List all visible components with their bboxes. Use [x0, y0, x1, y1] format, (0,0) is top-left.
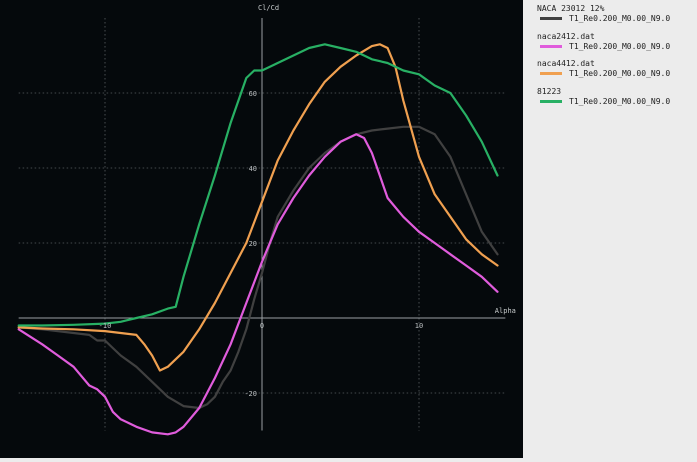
legend-row: T1_Re0.200_M0.00_N9.0 [537, 97, 670, 106]
legend-polar-label: T1_Re0.200_M0.00_N9.0 [569, 14, 671, 23]
x-tick-label: -10 [99, 322, 112, 330]
legend-polar-label: T1_Re0.200_M0.00_N9.0 [569, 69, 671, 78]
legend-series-name: naca2412.dat [537, 32, 595, 41]
legend-series-name: NACA 23012 12% [537, 4, 605, 13]
x-axis-label: Alpha [495, 307, 516, 315]
y-tick-label: 20 [249, 240, 257, 248]
legend-polar-label: T1_Re0.200_M0.00_N9.0 [569, 97, 671, 106]
chart-legend: NACA 23012 12% T1_Re0.200_M0.00_N9.0 naca2… [523, 0, 697, 458]
chart-plot-area: -10 0 10 -20 20 60 40 Cl/Cd Alpha [0, 0, 523, 458]
y-tick-label: 40 [249, 165, 257, 173]
legend-swatch [540, 72, 562, 75]
legend-swatch [540, 17, 562, 20]
legend-entry: naca4412.dat T1_Re0.200_M0.00_N9.0 [537, 59, 670, 78]
series-line-2 [17, 43, 499, 372]
legend-series-name: naca4412.dat [537, 59, 595, 68]
legend-entry: 81223 T1_Re0.200_M0.00_N9.0 [537, 87, 670, 106]
legend-entry: naca2412.dat T1_Re0.200_M0.00_N9.0 [537, 32, 670, 51]
x-tick-label: 0 [260, 322, 264, 330]
legend-row: T1_Re0.200_M0.00_N9.0 [537, 14, 670, 23]
y-tick-label: 60 [249, 90, 257, 98]
legend-row: T1_Re0.200_M0.00_N9.0 [537, 69, 670, 78]
legend-row: T1_Re0.200_M0.00_N9.0 [537, 42, 670, 51]
y-tick-label: -20 [244, 390, 257, 398]
legend-series-name: 81223 [537, 87, 562, 96]
legend-swatch [540, 45, 562, 48]
x-tick-label: 10 [415, 322, 423, 330]
legend-entry: NACA 23012 12% T1_Re0.200_M0.00_N9.0 [537, 4, 670, 23]
chart-svg: -10 0 10 -20 20 60 40 Cl/Cd Alpha [17, 4, 516, 436]
legend-polar-label: T1_Re0.200_M0.00_N9.0 [569, 42, 671, 51]
legend-swatch [540, 100, 562, 103]
series-line-0 [17, 125, 499, 410]
y-axis-label: Cl/Cd [258, 4, 279, 12]
